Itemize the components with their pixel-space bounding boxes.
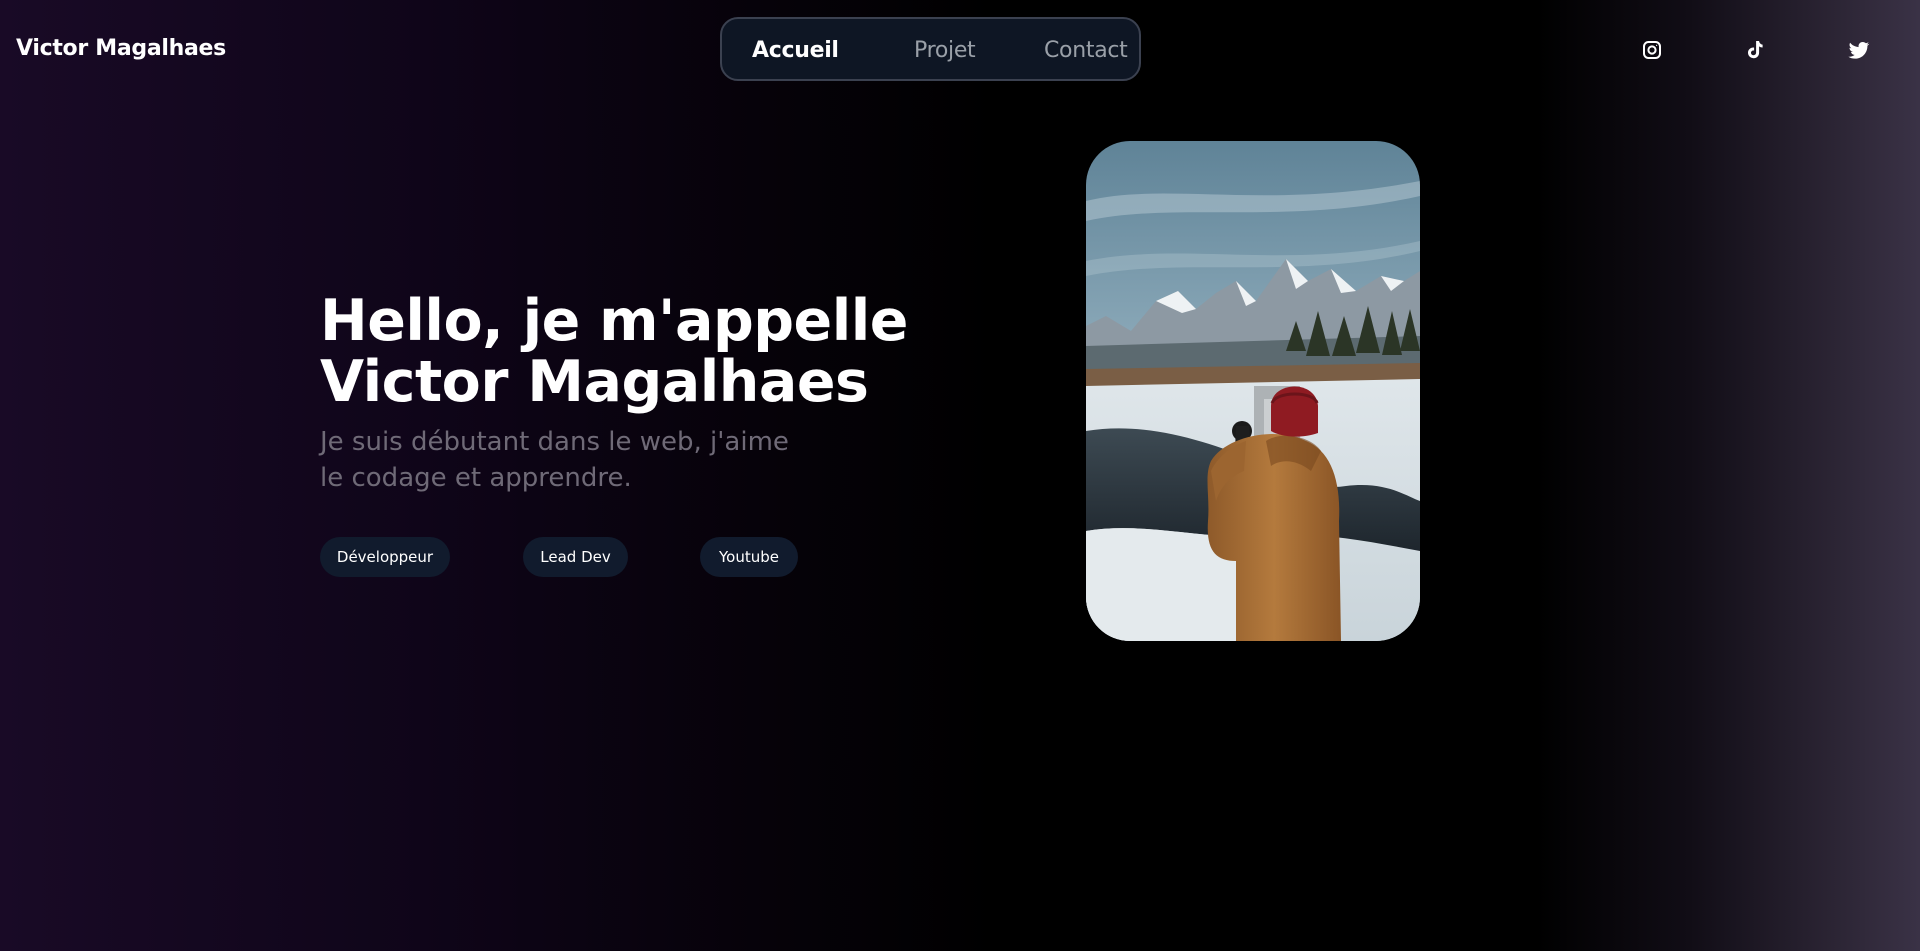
hero-title: Hello, je m'appelle Victor Magalhaes xyxy=(320,291,920,413)
hero-title-line2: Victor Magalhaes xyxy=(320,349,869,415)
hero-subtitle: Je suis débutant dans le web, j'aime le … xyxy=(320,424,840,496)
hero-subtitle-line2: le codage et apprendre. xyxy=(320,463,632,493)
hero-photo xyxy=(1086,141,1420,641)
tag-developpeur[interactable]: Développeur xyxy=(320,537,450,577)
tag-youtube[interactable]: Youtube xyxy=(700,537,798,577)
nav-item-contact[interactable]: Contact xyxy=(1044,38,1128,63)
instagram-icon[interactable] xyxy=(1640,38,1664,62)
nav-item-projet[interactable]: Projet xyxy=(914,38,976,63)
hero-title-line1: Hello, je m'appelle xyxy=(320,288,908,354)
main-nav: Accueil Projet Contact xyxy=(720,17,1141,81)
tiktok-icon[interactable] xyxy=(1743,38,1767,62)
twitter-icon[interactable] xyxy=(1847,38,1871,62)
hero-subtitle-line1: Je suis débutant dans le web, j'aime xyxy=(320,427,789,457)
tag-lead-dev[interactable]: Lead Dev xyxy=(523,537,628,577)
site-brand[interactable]: Victor Magalhaes xyxy=(16,36,226,61)
nav-item-accueil[interactable]: Accueil xyxy=(752,38,839,63)
